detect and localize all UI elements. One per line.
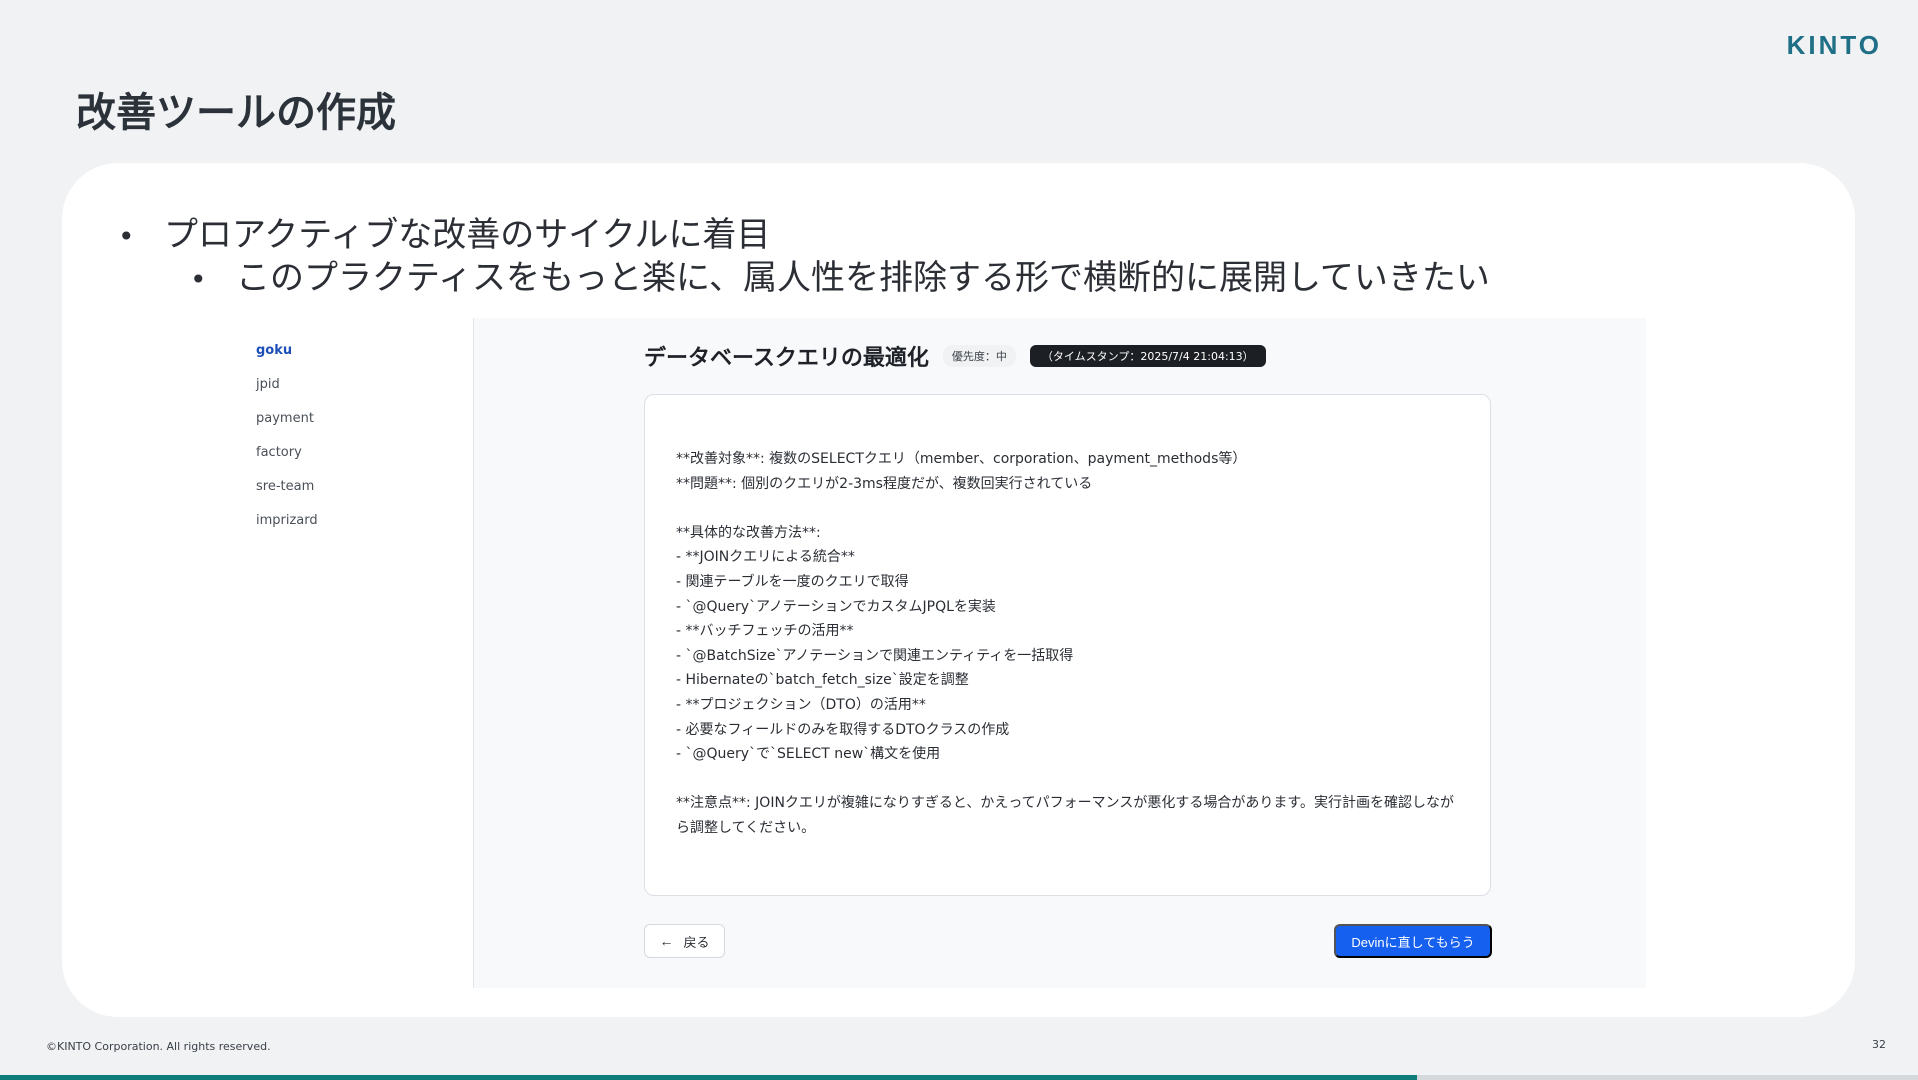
bullet-text: プロアクティブな改善のサイクルに着目 [164,215,771,255]
sidebar-item-payment[interactable]: payment [224,408,473,442]
bullet-text: このプラクティスをもっと楽に、属人性を排除する形で横断的に展開していきたい [236,258,1490,298]
description-line [676,496,1460,521]
page-title: 改善ツールの作成 [76,90,396,136]
sidebar-item-jpid[interactable]: jpid [224,374,473,408]
slide: KINTO 改善ツールの作成 • プロアクティブな改善のサイクルに着目 • この… [0,0,1918,1080]
bullet-level-2: • このプラクティスをもっと楽に、属人性を排除する形で横断的に展開していきたい [190,250,1490,299]
description-line: - `@BatchSize`アノテーションで関連エンティティを一括取得 [676,647,1074,664]
bullet-dot: • [118,220,135,253]
task-detail-panel: データベースクエリの最適化 優先度：中 （タイムスタンプ：2025/7/4 21… [474,318,1646,988]
project-sidebar: goku jpid payment factory sre-team impri… [224,318,474,988]
bullet-level-1: • プロアクティブな改善のサイクルに着目 [118,207,771,256]
copyright: ©KINTO Corporation. All rights reserved. [46,1040,271,1053]
description-line: - `@Query`で`SELECT new`構文を使用 [676,746,941,763]
sidebar-item-sre-team[interactable]: sre-team [224,476,473,510]
page-number: 32 [1872,1038,1886,1051]
sidebar-item-imprizard[interactable]: imprizard [224,510,473,544]
description-line [676,767,1460,792]
description-line: **改善対象**: 複数のSELECTクエリ（member、corporatio… [676,451,1247,467]
description-note: **注意点**: JOINクエリが複雑になりすぎると、かえってパフォーマンスが悪… [676,795,1454,836]
back-button[interactable]: ← 戻る [644,924,725,958]
slide-progress-fill [0,1075,1418,1080]
kinto-logo: KINTO [1786,30,1882,60]
description-line: - Hibernateの`batch_fetch_size`設定を調整 [676,672,969,689]
slide-progress-bar [0,1075,1918,1080]
description-line: - `@Query`アノテーションでカスタムJPQLを実装 [676,598,996,615]
description-line: **具体的な改善方法**: [676,524,821,541]
sidebar-item-factory[interactable]: factory [224,442,473,476]
description-line: - 必要なフィールドのみを取得するDTOクラスの作成 [676,721,1010,738]
devin-fix-button[interactable]: Devinに直してもらう [1334,924,1492,958]
back-button-label: 戻る [683,934,710,950]
task-title: データベースクエリの最適化 [644,346,929,371]
description-line: - **JOINクエリによる統合** [676,549,855,566]
sidebar-item-goku[interactable]: goku [224,340,473,374]
timestamp-badge: （タイムスタンプ：2025/7/4 21:04:13） [1029,345,1266,367]
description-line: - 関連テーブルを一度のクエリで取得 [676,573,909,590]
description-line: - **バッチフェッチの活用** [676,623,854,640]
task-description: **改善対象**: 複数のSELECTクエリ（member、corporatio… [644,394,1491,896]
priority-badge: 優先度：中 [942,345,1016,367]
bullet-dot: • [190,263,207,296]
task-header: データベースクエリの最適化 優先度：中 （タイムスタンプ：2025/7/4 21… [644,340,1266,372]
description-line: - **プロジェクション（DTO）の活用** [676,696,926,713]
description-line: **問題**: 個別のクエリが2-3ms程度だが、複数回実行されている [676,475,1093,492]
embedded-app-screenshot: goku jpid payment factory sre-team impri… [224,318,1646,988]
arrow-left-icon: ← [659,933,674,949]
